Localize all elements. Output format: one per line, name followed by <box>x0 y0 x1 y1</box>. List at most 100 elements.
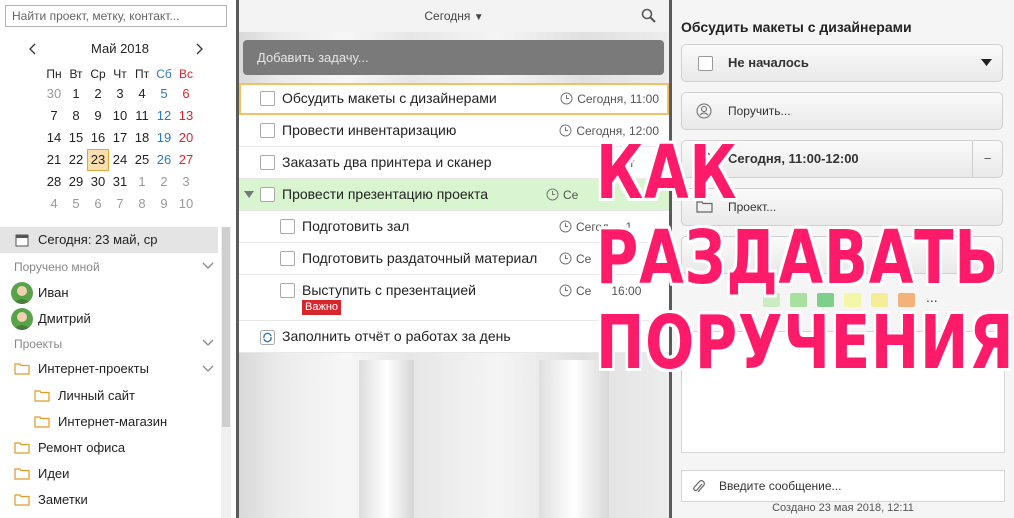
calendar-day[interactable]: 20 <box>175 127 197 149</box>
search-input[interactable]: Найти проект, метку, контакт... <box>5 5 227 27</box>
calendar-day[interactable]: 5 <box>65 193 87 215</box>
person-item[interactable]: Дмитрий <box>11 307 218 331</box>
calendar-day[interactable]: 4 <box>131 83 153 105</box>
calendar-day[interactable]: 3 <box>175 171 197 193</box>
calendar-day[interactable]: 21 <box>43 149 65 171</box>
project-item-notes[interactable]: Заметки <box>14 488 218 512</box>
weekday-label: Сб <box>156 67 172 81</box>
recurring-icon[interactable] <box>260 330 275 345</box>
calendar-day[interactable]: 30 <box>43 83 65 105</box>
calendar-day[interactable]: 15 <box>65 127 87 149</box>
task-row[interactable]: Обсудить макеты с дизайнерами Сегодня, 1… <box>239 83 669 115</box>
calendar-day[interactable]: 26 <box>153 149 175 171</box>
calendar-day[interactable]: 2 <box>87 83 109 105</box>
folder-icon <box>14 494 30 506</box>
calendar-day[interactable]: 8 <box>131 193 153 215</box>
clear-schedule-button[interactable]: − <box>972 141 1002 177</box>
calendar-day[interactable]: 1 <box>65 83 87 105</box>
assigned-section-header[interactable]: Поручено мной <box>14 258 218 276</box>
calendar-day[interactable]: 13 <box>175 105 197 127</box>
calendar-day[interactable]: 28 <box>43 171 65 193</box>
project-item-office-repair[interactable]: Ремонт офиса <box>14 436 218 460</box>
chevron-right-icon[interactable] <box>192 42 206 56</box>
view-selector[interactable]: Сегодня ▼ <box>239 9 669 23</box>
calendar-day[interactable]: 22 <box>65 149 87 171</box>
calendar-day[interactable]: 7 <box>109 193 131 215</box>
calendar-day[interactable]: 17 <box>109 127 131 149</box>
task-checkbox[interactable] <box>260 123 275 138</box>
project-item-personal-site[interactable]: Личный сайт <box>34 384 218 408</box>
chevron-down-icon[interactable] <box>202 339 214 347</box>
calendar-day[interactable]: 14 <box>43 127 65 149</box>
calendar-day[interactable]: 9 <box>153 193 175 215</box>
task-title: Провести инвентаризацию <box>282 122 457 138</box>
task-time-text: Сегодня, 11:00 <box>577 92 659 106</box>
task-title: Провести презентацию проекта <box>282 186 488 202</box>
status-checkbox[interactable] <box>698 56 713 71</box>
calendar-day[interactable]: 31 <box>109 171 131 193</box>
weekday-label: Пт <box>134 67 150 81</box>
calendar-day[interactable]: 8 <box>65 105 87 127</box>
caret-down-icon: ▼ <box>473 12 484 23</box>
search-icon[interactable] <box>641 8 657 24</box>
status-select[interactable]: Не началось <box>681 44 1003 82</box>
project-item-ideas[interactable]: Идеи <box>14 462 218 486</box>
project-label: Интернет-проекты <box>38 361 149 376</box>
clock-icon <box>559 220 572 233</box>
calendar-day[interactable]: 29 <box>65 171 87 193</box>
chevron-down-icon[interactable] <box>202 365 214 373</box>
calendar-day[interactable]: 12 <box>153 105 175 127</box>
calendar-day[interactable]: 10 <box>109 105 131 127</box>
assign-button[interactable]: Поручить... <box>681 92 1003 130</box>
task-checkbox[interactable] <box>280 283 295 298</box>
caret-down-icon <box>981 59 992 66</box>
calendar-day[interactable]: 27 <box>175 149 197 171</box>
folder-icon <box>34 416 50 428</box>
projects-section-header[interactable]: Проекты <box>14 335 218 353</box>
status-label: Не началось <box>728 55 809 70</box>
today-item[interactable]: Сегодня: 23 май, ср <box>0 227 218 253</box>
calendar-day[interactable]: 11 <box>131 105 153 127</box>
calendar-day[interactable]: 5 <box>153 83 175 105</box>
calendar-day[interactable]: 2 <box>153 171 175 193</box>
calendar-day[interactable]: 3 <box>109 83 131 105</box>
task-checkbox[interactable] <box>280 219 295 234</box>
task-title: Подготовить зал <box>302 218 410 234</box>
calendar-day[interactable]: 24 <box>109 149 131 171</box>
scrollbar-thumb[interactable] <box>222 227 230 427</box>
task-time: Се <box>546 188 579 202</box>
calendar-day[interactable]: 9 <box>87 105 109 127</box>
project-label: Интернет-магазин <box>58 414 168 429</box>
task-checkbox[interactable] <box>260 187 275 202</box>
calendar-day[interactable]: 6 <box>175 83 197 105</box>
calendar-day[interactable]: 18 <box>131 127 153 149</box>
calendar-day-selected[interactable]: 23 <box>87 149 109 171</box>
person-item[interactable]: Иван <box>11 281 218 305</box>
project-item-internet-projects[interactable]: Интернет-проекты <box>14 357 218 381</box>
calendar-day[interactable]: 19 <box>153 127 175 149</box>
task-checkbox[interactable] <box>260 155 275 170</box>
task-checkbox[interactable] <box>260 91 275 106</box>
calendar-day[interactable]: 30 <box>87 171 109 193</box>
assigned-section-label: Поручено мной <box>14 260 100 274</box>
calendar-day[interactable]: 1 <box>131 171 153 193</box>
chevron-left-icon[interactable] <box>26 42 40 56</box>
sidebar-scrollbar[interactable] <box>221 227 231 518</box>
chevron-down-icon[interactable] <box>202 262 214 270</box>
calendar-day[interactable]: 7 <box>43 105 65 127</box>
calendar-day[interactable]: 4 <box>43 193 65 215</box>
calendar-day[interactable]: 16 <box>87 127 109 149</box>
calendar-day[interactable]: 6 <box>87 193 109 215</box>
collapse-triangle-icon[interactable] <box>244 191 254 199</box>
today-label: Сегодня: 23 май, ср <box>38 232 158 247</box>
overlay-title-line: ПОРУЧЕНИЯ <box>596 300 1014 386</box>
paperclip-icon[interactable] <box>692 479 706 495</box>
created-timestamp: Создано 23 мая 2018, 12:11 <box>772 502 914 514</box>
task-checkbox[interactable] <box>280 251 295 266</box>
message-input[interactable]: Введите сообщение... <box>681 470 1005 502</box>
project-item-online-store[interactable]: Интернет-магазин <box>34 410 218 434</box>
add-task-input[interactable]: Добавить задачу... <box>243 40 664 75</box>
calendar-day[interactable]: 25 <box>131 149 153 171</box>
task-time-text: Се <box>563 188 579 202</box>
calendar-day[interactable]: 10 <box>175 193 197 215</box>
